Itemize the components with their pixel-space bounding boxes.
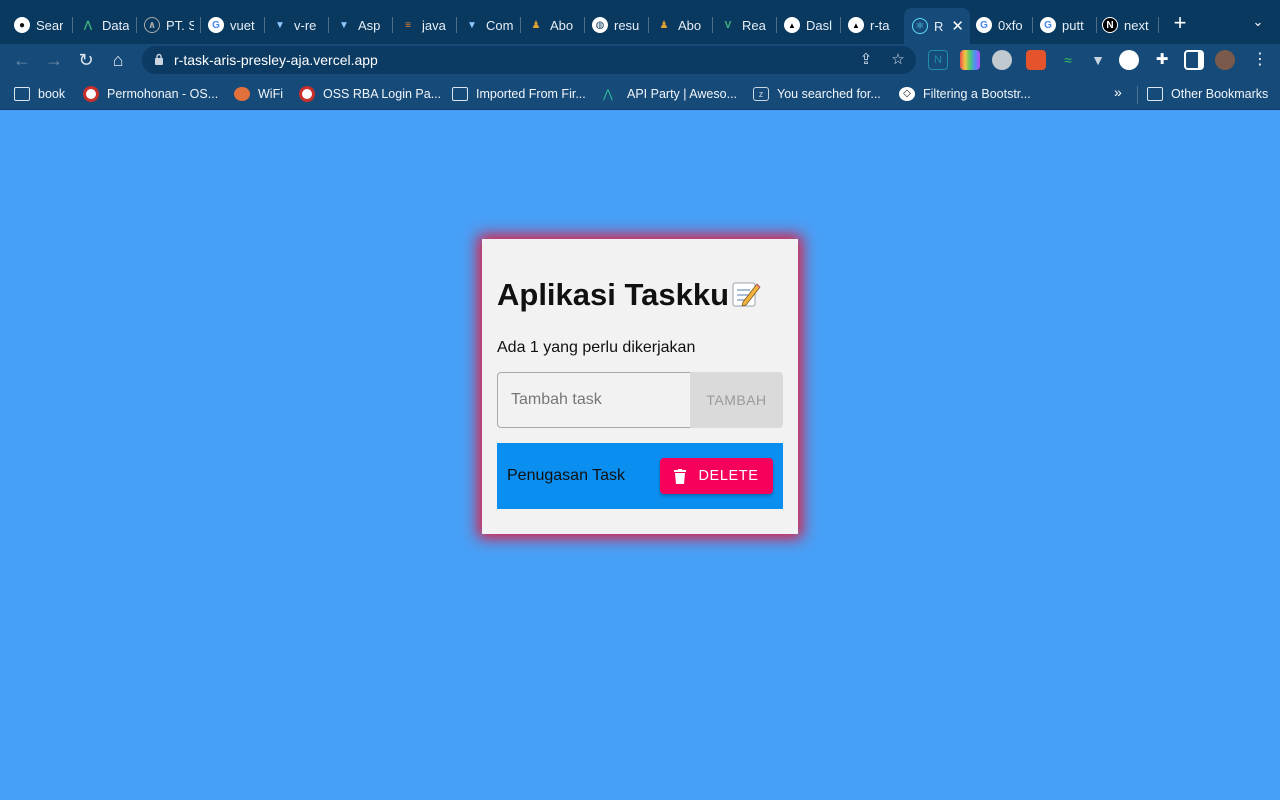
globe-icon: ◍ xyxy=(592,17,608,33)
bookmark[interactable]: z You searched for... xyxy=(753,85,881,103)
api-party-icon: ⋀ xyxy=(603,87,613,101)
folder-icon xyxy=(452,87,468,101)
nextjs-icon: N xyxy=(1102,17,1118,33)
extension-icon[interactable] xyxy=(992,50,1012,70)
more-bookmarks-chevron-icon[interactable]: » xyxy=(1114,84,1122,100)
tab-strip: ● Sear ⋀ Data ∧ PT. S G vuet ▼ v-re ▼ As… xyxy=(0,0,1280,44)
wifi-router-icon xyxy=(234,87,250,101)
extension-icon[interactable] xyxy=(960,50,980,70)
bookmark-folder[interactable]: book xyxy=(14,85,65,103)
tab[interactable]: ▼ Com xyxy=(464,8,514,42)
other-bookmarks-folder[interactable]: Other Bookmarks xyxy=(1147,85,1268,103)
vuetify-icon: ▼ xyxy=(339,19,349,31)
tab[interactable]: ▼ v-re xyxy=(272,8,322,42)
delete-label: DELETE xyxy=(698,468,759,484)
github-icon: ● xyxy=(14,17,30,33)
bookmark[interactable]: ◇ Filtering a Bootstr... xyxy=(899,85,1031,103)
tab-active[interactable]: ⚛ R ✕ xyxy=(904,8,970,44)
trash-icon xyxy=(674,468,687,484)
tab[interactable]: ◍ resu xyxy=(592,8,642,42)
url-text: r-task-aris-presley-aja.vercel.app xyxy=(174,52,378,68)
lock-icon xyxy=(155,53,163,65)
site-icon: ♟ xyxy=(531,19,541,31)
bookmarks-divider xyxy=(1137,86,1138,104)
tab[interactable]: ▲ Dasl xyxy=(784,8,834,42)
kebab-menu-icon[interactable]: ⋮ xyxy=(1250,50,1270,70)
folder-icon xyxy=(1147,87,1163,101)
tab[interactable]: G putt xyxy=(1040,8,1090,42)
sidebar-icon[interactable] xyxy=(1184,50,1204,70)
bookmark[interactable]: WiFi xyxy=(234,85,283,103)
task-name: Penugasan Task xyxy=(507,467,626,484)
tab[interactable]: ♟ Abo xyxy=(528,8,578,42)
tab-search-chevron-icon[interactable]: ⌄ xyxy=(1248,14,1268,34)
extension-icon[interactable]: ≈ xyxy=(1058,50,1078,70)
delete-task-button[interactable]: DELETE xyxy=(660,458,773,494)
bookmark[interactable]: OSS RBA Login Pa... xyxy=(299,85,441,103)
folder-icon xyxy=(14,87,30,101)
tab[interactable]: ≡ java xyxy=(400,8,448,42)
vercel-icon: ▲ xyxy=(784,17,800,33)
oss-icon xyxy=(83,86,99,102)
add-task-input[interactable] xyxy=(497,372,691,428)
home-icon[interactable]: ⌂ xyxy=(106,48,130,72)
tab[interactable]: ∧ PT. S xyxy=(144,8,194,42)
oss-icon xyxy=(299,86,315,102)
vercel-icon: ▲ xyxy=(848,17,864,33)
tab[interactable]: V Rea xyxy=(720,8,770,42)
zsearch-icon: z xyxy=(753,87,769,101)
tab[interactable]: ⋀ Data xyxy=(80,8,130,42)
extension-icon[interactable] xyxy=(1119,50,1139,70)
tab[interactable]: ▲ r-ta xyxy=(848,8,898,42)
reload-icon[interactable]: ↻ xyxy=(74,48,98,72)
task-count-text: Ada 1 yang perlu dikerjakan xyxy=(497,339,696,356)
google-icon: G xyxy=(208,17,224,33)
google-icon: G xyxy=(1040,17,1056,33)
vuetify-icon: ▼ xyxy=(467,19,477,31)
codepen-icon: ◇ xyxy=(899,87,915,101)
react-icon: ⚛ xyxy=(912,18,928,34)
site-icon: ∧ xyxy=(144,17,160,33)
extension-icon[interactable] xyxy=(1026,50,1046,70)
avatar[interactable] xyxy=(1215,50,1235,70)
add-task-button[interactable]: TAMBAH xyxy=(690,372,783,428)
bookmarks-bar: book Permohonan - OS... WiFi OSS RBA Log… xyxy=(0,76,1280,110)
stackoverflow-icon: ≡ xyxy=(405,19,411,31)
page-title: Aplikasi Taskku xyxy=(497,277,761,313)
tab[interactable]: G 0xfo xyxy=(976,8,1028,42)
extension-icon[interactable]: N xyxy=(928,50,948,70)
tab[interactable]: ▼ Asp xyxy=(336,8,384,42)
tab[interactable]: G vuet xyxy=(208,8,260,42)
tab[interactable]: ● Sear xyxy=(14,8,66,42)
new-tab-button[interactable]: + xyxy=(1168,12,1192,36)
address-bar[interactable]: r-task-aris-presley-aja.vercel.app ⇪ ☆ xyxy=(142,46,916,74)
memo-icon xyxy=(732,282,761,307)
vue-icon: V xyxy=(724,19,732,31)
bookmark[interactable]: ⋀ API Party | Aweso... xyxy=(603,85,737,103)
google-icon: G xyxy=(976,17,992,33)
share-icon[interactable]: ⇪ xyxy=(856,50,876,70)
site-icon: ♟ xyxy=(659,19,669,31)
puzzle-icon[interactable]: ✚ xyxy=(1152,50,1172,70)
vuetify-icon: ⋀ xyxy=(83,19,93,31)
back-icon[interactable]: ← xyxy=(10,48,34,72)
star-icon[interactable]: ☆ xyxy=(888,50,908,70)
bookmark-folder[interactable]: Imported From Fir... xyxy=(452,85,586,103)
close-icon[interactable]: ✕ xyxy=(951,17,964,35)
extension-icon[interactable]: ▼ xyxy=(1088,50,1108,70)
vuetify-icon: ▼ xyxy=(275,19,285,31)
task-app-card: Aplikasi Taskku Ada 1 yang perlu dikerja… xyxy=(482,239,798,534)
forward-icon[interactable]: → xyxy=(42,48,66,72)
bookmark[interactable]: Permohonan - OS... xyxy=(83,85,218,103)
browser-toolbar: ← → ↻ ⌂ r-task-aris-presley-aja.vercel.a… xyxy=(0,44,1280,76)
tab[interactable]: ♟ Abo xyxy=(656,8,706,42)
tab[interactable]: N next xyxy=(1102,8,1152,42)
task-list-item: Penugasan Task DELETE xyxy=(497,443,783,509)
